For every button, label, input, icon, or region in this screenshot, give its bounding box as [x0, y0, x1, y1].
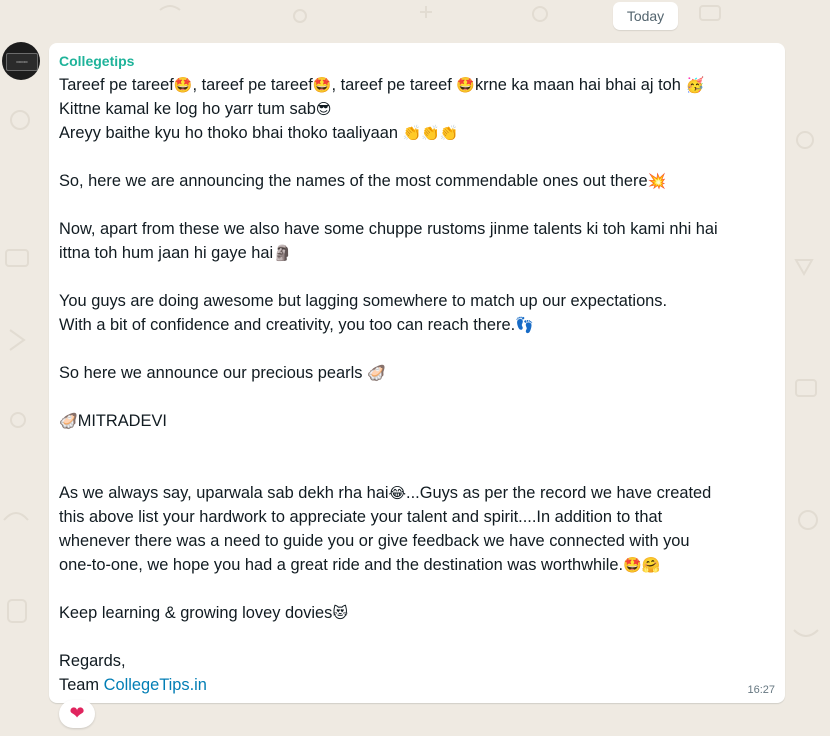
text-segment: , tareef pe tareef: [331, 76, 457, 94]
message-line: this above list your hardwork to appreci…: [59, 505, 775, 529]
message-line: one-to-one, we hope you had a great ride…: [59, 553, 775, 577]
emoji-icon: 👣: [515, 316, 534, 334]
text-segment: Areyy baithe kyu ho thoko bhai thoko taa…: [59, 124, 403, 142]
message-text: Tareef pe tareef🤩, tareef pe tareef🤩, ta…: [59, 73, 775, 697]
emoji-icon: 🗿: [273, 244, 292, 262]
emoji-icon: 😻: [332, 604, 348, 622]
text-segment: ...Guys as per the record we have create…: [406, 484, 712, 502]
text-segment: Kittne kamal ke log ho yarr tum sab: [59, 100, 316, 118]
website-link[interactable]: CollegeTips.in: [104, 676, 207, 694]
emoji-icon: 🤩: [173, 76, 193, 94]
text-segment: Now, apart from these we also have some …: [59, 220, 718, 238]
message-line: ittna toh hum jaan hi gaye hai🗿: [59, 241, 775, 265]
text-segment: MITRADEVI: [77, 412, 167, 430]
emoji-icon: 🦪: [366, 364, 386, 382]
emoji-icon: 🤩: [312, 76, 332, 94]
emoji-icon: 🥳: [685, 76, 705, 94]
text-segment: With a bit of confidence and creativity,…: [59, 316, 516, 334]
text-segment: one-to-one, we hope you had a great ride…: [59, 556, 624, 574]
message-line: As we always say, uparwala sab dekh rha …: [59, 481, 775, 505]
text-segment: whenever there was a need to guide you o…: [59, 532, 690, 550]
emoji-icon: 😂: [388, 484, 407, 502]
sender-avatar[interactable]: ▭▭▭: [2, 42, 40, 80]
text-segment: Team: [59, 676, 104, 694]
emoji-icon: 💥: [647, 172, 667, 190]
message-line: Keep learning & growing lovey dovies😻: [59, 601, 775, 625]
text-segment: Regards,: [59, 652, 126, 670]
message-line: Regards,: [59, 649, 775, 673]
heart-reaction-icon[interactable]: ❤: [59, 700, 95, 728]
sender-name[interactable]: Collegetips: [59, 53, 134, 69]
text-segment: this above list your hardwork to appreci…: [59, 508, 663, 526]
avatar-image: ▭▭▭: [6, 53, 38, 71]
message-bubble[interactable]: Collegetips Tareef pe tareef🤩, tareef pe…: [49, 43, 785, 703]
text-segment: , tareef pe tareef: [192, 76, 313, 94]
message-line: Kittne kamal ke log ho yarr tum sab😎: [59, 97, 775, 121]
emoji-icon: 🦪: [59, 412, 78, 430]
message-line: So here we announce our precious pearls …: [59, 361, 775, 385]
emoji-icon: 🤩🤗: [623, 556, 661, 574]
message-line: Team CollegeTips.in: [59, 673, 775, 697]
message-line: You guys are doing awesome but lagging s…: [59, 289, 775, 313]
text-segment: ittna toh hum jaan hi gaye hai: [59, 244, 274, 262]
emoji-icon: 😎: [315, 100, 332, 118]
message-line: Now, apart from these we also have some …: [59, 217, 775, 241]
text-segment: So, here we are announcing the names of …: [59, 172, 648, 190]
text-segment: So here we announce our precious pearls: [59, 364, 367, 382]
text-segment: Tareef pe tareef: [59, 76, 174, 94]
text-segment: You guys are doing awesome but lagging s…: [59, 292, 668, 310]
emoji-icon: 🤩: [456, 76, 475, 94]
text-segment: Keep learning & growing lovey dovies: [59, 604, 333, 622]
message-line: whenever there was a need to guide you o…: [59, 529, 775, 553]
message-timestamp: 16:27: [747, 684, 775, 696]
text-segment: As we always say, uparwala sab dekh rha …: [59, 484, 389, 502]
message-line: So, here we are announcing the names of …: [59, 169, 775, 193]
date-divider: Today: [613, 2, 678, 30]
text-segment: krne ka maan hai bhai aj toh: [474, 76, 686, 94]
emoji-icon: 👏👏👏: [402, 124, 459, 142]
message-line: Tareef pe tareef🤩, tareef pe tareef🤩, ta…: [59, 73, 775, 97]
message-line: Areyy baithe kyu ho thoko bhai thoko taa…: [59, 121, 775, 145]
message-line: With a bit of confidence and creativity,…: [59, 313, 775, 337]
message-line: 🦪MITRADEVI: [59, 409, 775, 433]
